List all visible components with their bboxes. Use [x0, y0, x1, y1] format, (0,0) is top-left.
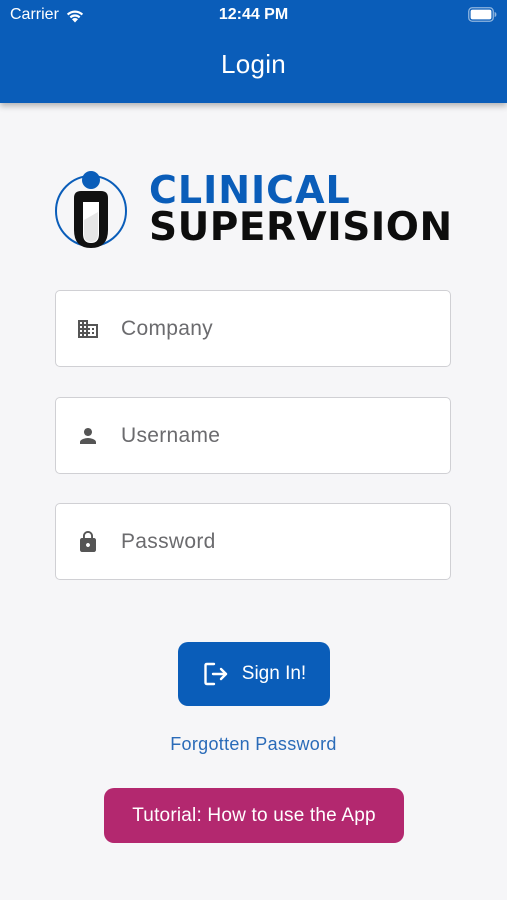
- person-icon: [76, 424, 100, 448]
- tutorial-button[interactable]: Tutorial: How to use the App: [104, 788, 404, 843]
- building-icon: [76, 317, 100, 341]
- login-icon: [204, 662, 227, 686]
- page-title: Login: [220, 49, 287, 79]
- header-bar: Carrier 12:44 PM Login: [0, 0, 507, 103]
- username-field[interactable]: [55, 397, 451, 474]
- login-screen: Carrier 12:44 PM Login CLINICAL SUPERVIS…: [0, 0, 507, 900]
- logo-text-supervision: SUPERVISION: [149, 205, 453, 250]
- company-field[interactable]: [55, 290, 451, 367]
- sign-in-label: Sign In!: [241, 663, 307, 684]
- forgotten-password-link[interactable]: Forgotten Password: [0, 734, 507, 755]
- battery-icon: [468, 7, 497, 22]
- lock-icon: [76, 530, 100, 554]
- password-field[interactable]: [55, 503, 451, 580]
- app-logo: CLINICAL SUPERVISION: [54, 168, 454, 252]
- logo-emblem-icon: [55, 171, 127, 248]
- username-input[interactable]: [121, 423, 421, 448]
- company-input[interactable]: [121, 316, 421, 341]
- status-time: 12:44 PM: [218, 6, 289, 23]
- password-input[interactable]: [121, 529, 421, 554]
- sign-in-button[interactable]: Sign In!: [178, 642, 330, 706]
- status-bar: Carrier 12:44 PM: [0, 0, 507, 30]
